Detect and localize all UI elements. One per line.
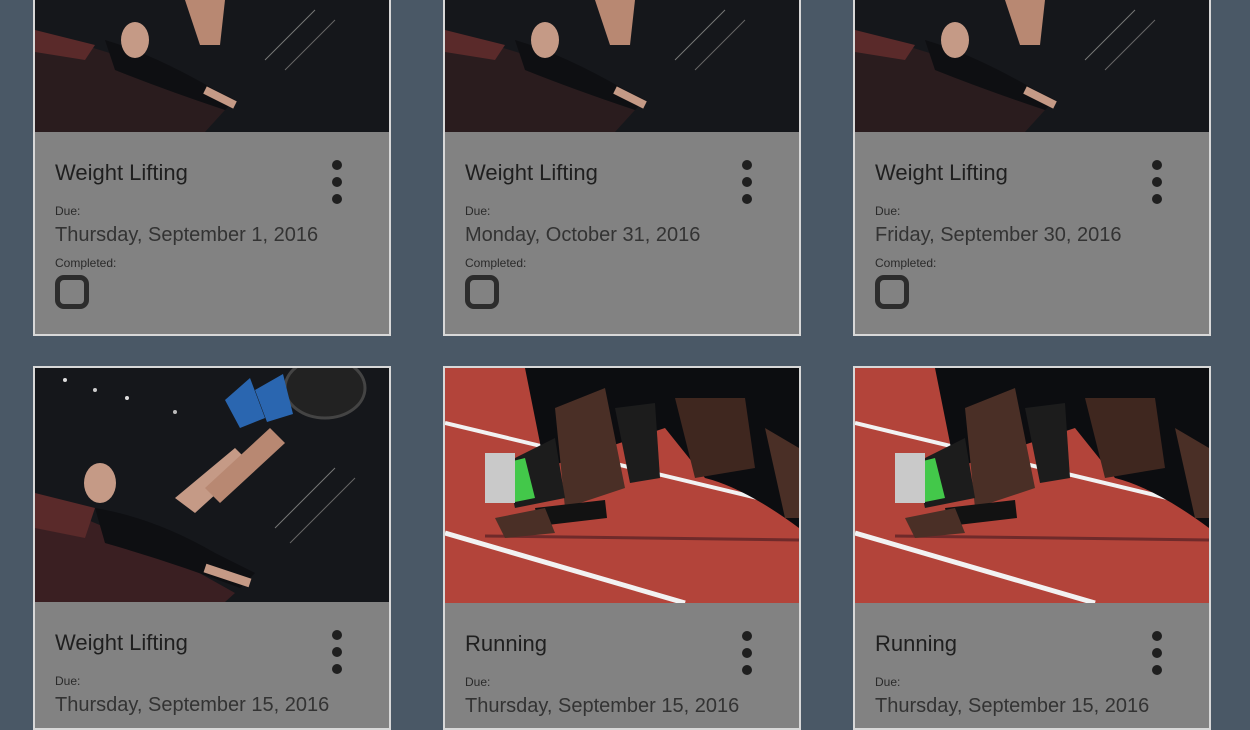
workout-card[interactable]: Running Due: Thursday, September 15, 201… [853, 366, 1211, 730]
workout-card[interactable]: Weight Lifting Due: Thursday, September … [33, 0, 391, 336]
completed-checkbox[interactable] [55, 275, 89, 309]
card-title: Weight Lifting [55, 160, 188, 185]
due-date: Monday, October 31, 2016 [465, 224, 701, 246]
running-track-photo [855, 368, 1209, 603]
more-options-icon[interactable] [1150, 631, 1164, 675]
more-options-icon[interactable] [740, 160, 754, 204]
workout-card[interactable]: Weight Lifting Due: Thursday, September … [33, 366, 391, 730]
more-options-icon[interactable] [740, 631, 754, 675]
due-date: Thursday, September 15, 2016 [55, 694, 330, 716]
weight-lifting-photo [35, 368, 389, 602]
card-title: Weight Lifting [465, 160, 598, 185]
due-date: Thursday, September 1, 2016 [55, 224, 319, 246]
workout-card[interactable]: Weight Lifting Due: Monday, October 31, … [443, 0, 801, 336]
weight-lifting-photo [445, 0, 799, 132]
more-options-icon[interactable] [330, 630, 344, 674]
due-label: Due: [465, 204, 491, 218]
completed-checkbox[interactable] [875, 275, 909, 309]
due-label: Due: [465, 675, 491, 689]
completed-checkbox[interactable] [465, 275, 499, 309]
due-label: Due: [875, 204, 901, 218]
weight-lifting-photo [855, 0, 1209, 132]
completed-label: Completed: [55, 256, 117, 270]
more-options-icon[interactable] [330, 160, 344, 204]
card-title: Weight Lifting [55, 630, 188, 655]
weight-lifting-photo [35, 0, 389, 132]
due-label: Due: [55, 204, 81, 218]
completed-label: Completed: [465, 256, 527, 270]
workout-card[interactable]: Running Due: Thursday, September 15, 201… [443, 366, 801, 730]
running-track-photo [445, 368, 799, 603]
more-options-icon[interactable] [1150, 160, 1164, 204]
due-label: Due: [875, 675, 901, 689]
completed-label: Completed: [875, 256, 937, 270]
due-date: Friday, September 30, 2016 [875, 224, 1122, 246]
due-date: Thursday, September 15, 2016 [875, 695, 1150, 717]
card-title: Weight Lifting [875, 160, 1008, 185]
card-title: Running [875, 631, 957, 656]
card-title: Running [465, 631, 547, 656]
due-label: Due: [55, 674, 81, 688]
workout-card[interactable]: Weight Lifting Due: Friday, September 30… [853, 0, 1211, 336]
due-date: Thursday, September 15, 2016 [465, 695, 740, 717]
